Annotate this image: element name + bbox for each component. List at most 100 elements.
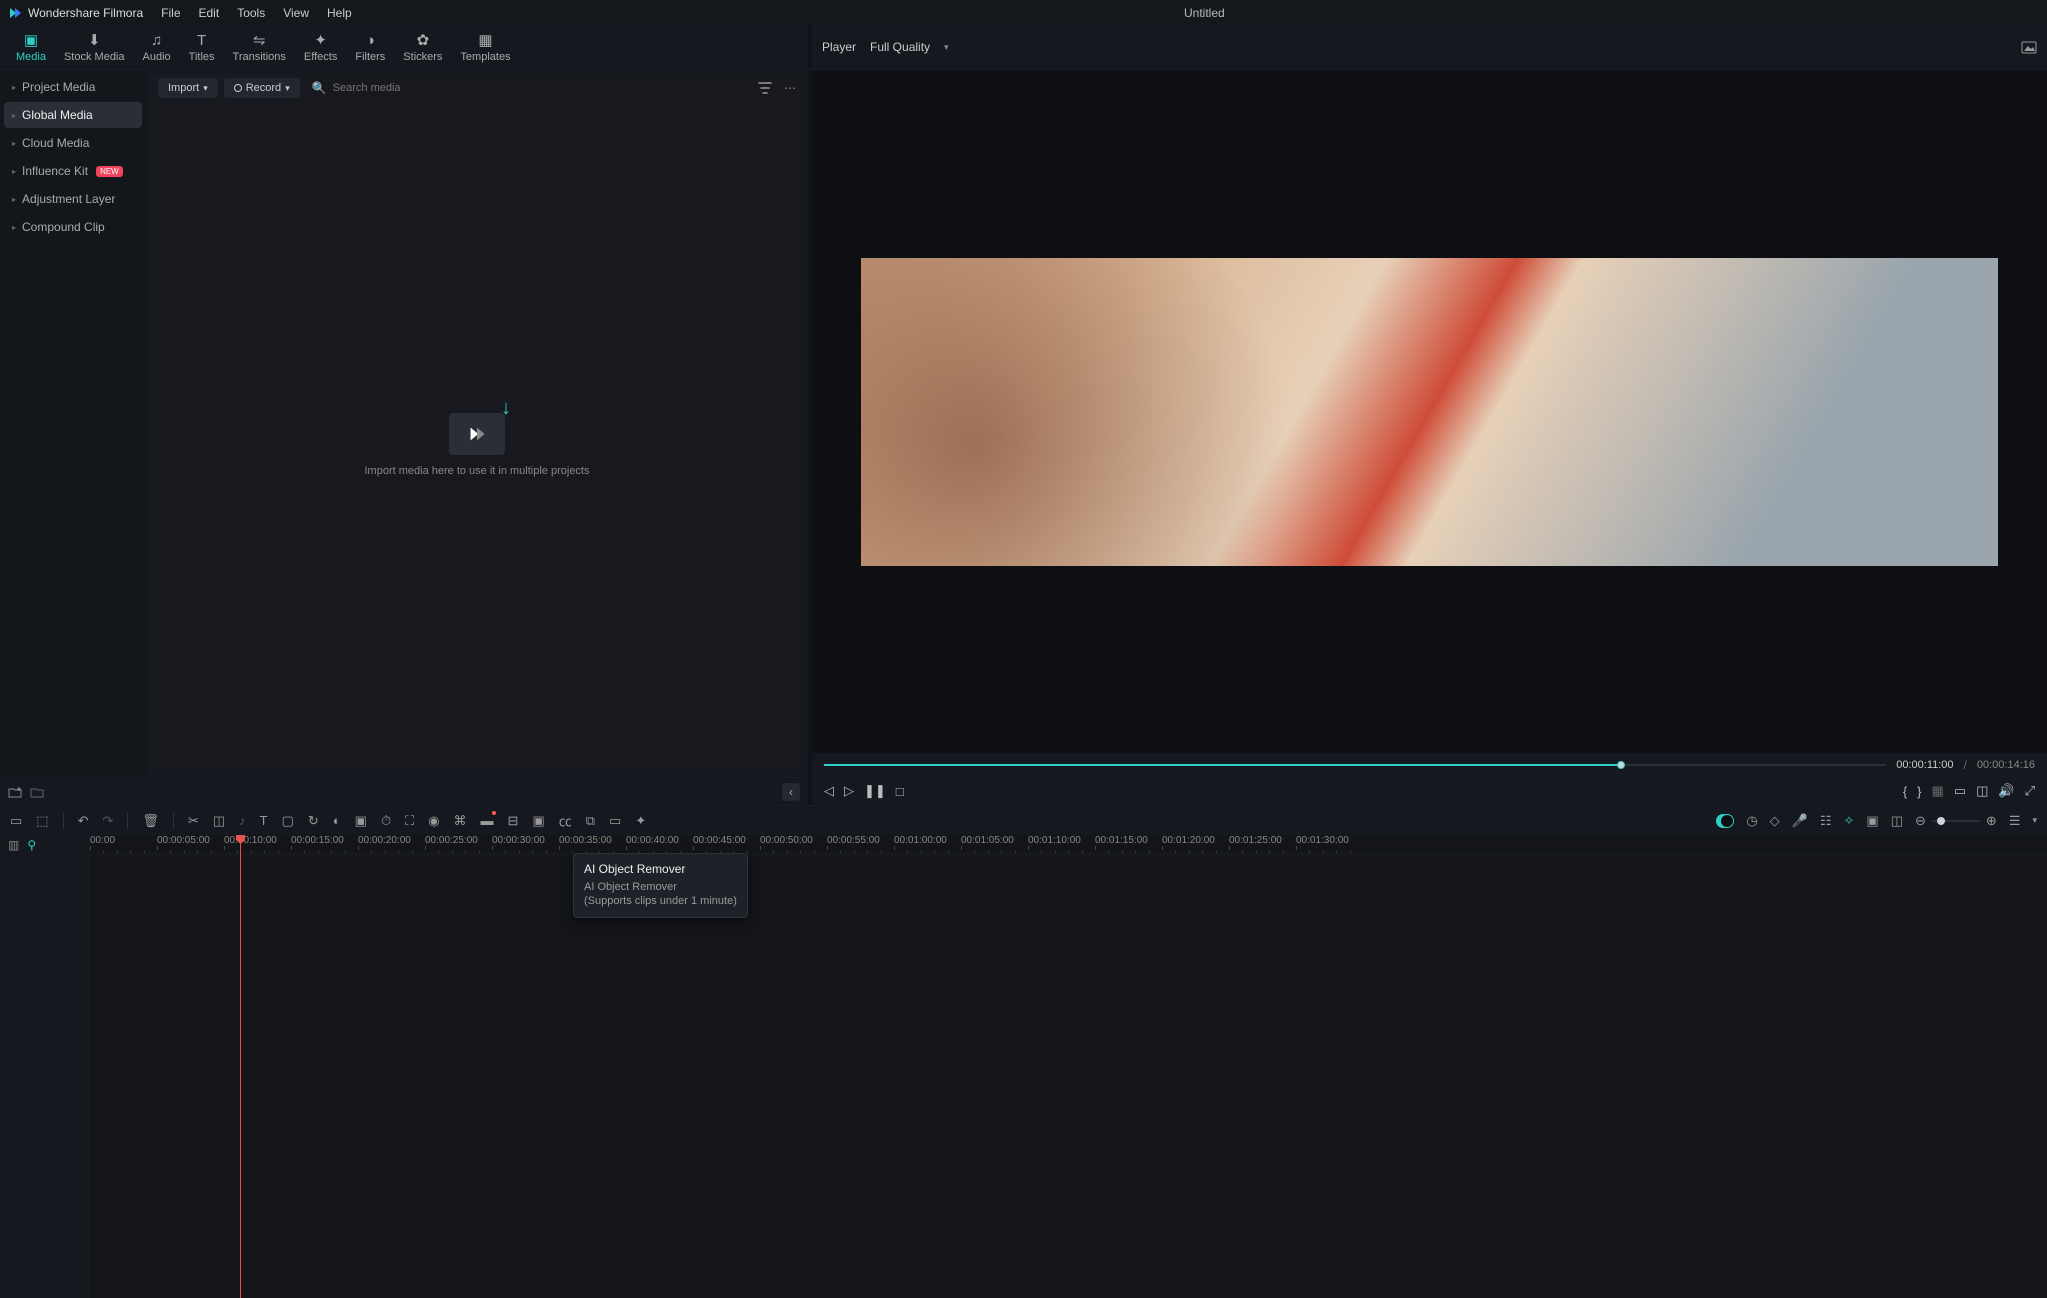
music-tool-icon[interactable]: ♪ bbox=[239, 813, 246, 828]
tab-transitions[interactable]: ⇋ Transitions bbox=[233, 31, 286, 63]
tab-label: Media bbox=[16, 51, 46, 63]
quality-dropdown[interactable]: Full Quality ▾ bbox=[870, 40, 949, 54]
group-tool-icon[interactable]: ▣ bbox=[532, 813, 544, 829]
expand-tool-icon[interactable]: ⛶ bbox=[405, 813, 414, 829]
tab-audio[interactable]: ♫ Audio bbox=[143, 31, 171, 63]
timeline-ruler[interactable]: 00:0000:00:05:0000:00:10:0000:00:15:0000… bbox=[90, 835, 2047, 855]
rotate-tool-icon[interactable]: ↻ bbox=[308, 813, 319, 829]
snapshot-icon[interactable]: ◫ bbox=[1976, 783, 1988, 799]
timer-tool-icon[interactable]: ⏱ bbox=[381, 813, 391, 829]
media-empty-state[interactable]: ↓ Import media here to use it in multipl… bbox=[150, 102, 804, 773]
download-icon: ⬇ bbox=[85, 31, 103, 49]
tab-titles[interactable]: T Titles bbox=[189, 31, 215, 63]
crop-button[interactable]: ◫ bbox=[213, 813, 225, 829]
volume-icon[interactable]: 🔊 bbox=[1998, 783, 2014, 799]
ruler-tick: 00:00:35:00 bbox=[559, 835, 612, 846]
scrub-head[interactable] bbox=[1617, 761, 1625, 769]
sidebar-item-influence-kit[interactable]: ▸Influence KitNEW bbox=[4, 158, 142, 184]
ai-effect-icon[interactable]: ✧ bbox=[1844, 813, 1855, 829]
sidebar-item-compound-clip[interactable]: ▸Compound Clip bbox=[4, 214, 142, 240]
new-folder-button[interactable] bbox=[8, 786, 22, 798]
aspect-tool-icon[interactable]: ▢ bbox=[282, 813, 294, 829]
redo-button[interactable]: ↷ bbox=[103, 813, 114, 829]
tab-media[interactable]: ▣ Media bbox=[16, 31, 46, 63]
undo-button[interactable]: ↶ bbox=[78, 813, 89, 829]
link-toggle-icon[interactable]: ⚲ bbox=[27, 838, 36, 852]
speed-tool-icon[interactable]: ◷ bbox=[1746, 813, 1757, 829]
record-button[interactable]: Record ▾ bbox=[224, 78, 300, 98]
ruler-tick: 00:00:15:00 bbox=[291, 835, 344, 846]
tab-stickers[interactable]: ✿ Stickers bbox=[403, 31, 442, 63]
render-tool-icon[interactable]: ▬ bbox=[481, 813, 494, 828]
delete-button[interactable]: 🗑 bbox=[142, 813, 159, 829]
sidebar-item-adjustment-layer[interactable]: ▸Adjustment Layer bbox=[4, 186, 142, 212]
ruler-tick: 00:00:45:00 bbox=[693, 835, 746, 846]
screen-tool-icon[interactable]: ▣ bbox=[355, 813, 367, 829]
mark-out-button[interactable]: } bbox=[1917, 784, 1921, 799]
timeline-bin-icon[interactable]: ▥ bbox=[8, 838, 19, 852]
menu-edit[interactable]: Edit bbox=[199, 6, 220, 20]
sidebar-item-cloud-media[interactable]: ▸Cloud Media bbox=[4, 130, 142, 156]
timeline[interactable]: ▥ ⚲ 00:0000:00:05:0000:00:10:0000:00:15:… bbox=[0, 835, 2047, 1298]
total-time: 00:00:14:16 bbox=[1977, 759, 2035, 771]
zoom-control[interactable]: ⊖ ⊕ bbox=[1915, 813, 1997, 829]
ai-toggle[interactable] bbox=[1716, 814, 1734, 828]
subtitle-tool-icon[interactable]: ㏄ bbox=[559, 811, 572, 830]
tab-effects[interactable]: ✦ Effects bbox=[304, 31, 337, 63]
eye-tool-icon[interactable]: ◉ bbox=[428, 813, 439, 829]
fullscreen-button[interactable]: ⤢ bbox=[2025, 783, 2035, 799]
zoom-out-icon[interactable]: ⊖ bbox=[1915, 813, 1926, 829]
folder-button[interactable] bbox=[30, 786, 44, 798]
lasso-tool-icon[interactable]: ⬚ bbox=[36, 813, 48, 829]
ai-object-remover-button[interactable]: ✦ bbox=[635, 813, 646, 829]
color-tool-icon[interactable]: ◐ bbox=[333, 813, 341, 828]
menu-view[interactable]: View bbox=[283, 6, 309, 20]
more-options-button[interactable]: ⋯ bbox=[784, 81, 796, 95]
tab-stock-media[interactable]: ⬇ Stock Media bbox=[64, 31, 125, 63]
select-tool-icon[interactable]: ▭ bbox=[10, 813, 22, 829]
menu-tools[interactable]: Tools bbox=[237, 6, 265, 20]
filter-list-button[interactable] bbox=[758, 82, 772, 94]
new-badge: NEW bbox=[96, 166, 123, 177]
split-button[interactable]: ✂ bbox=[188, 813, 199, 829]
timeline-canvas[interactable]: 00:0000:00:05:0000:00:10:0000:00:15:0000… bbox=[90, 835, 2047, 1298]
menu-help[interactable]: Help bbox=[327, 6, 352, 20]
playhead[interactable] bbox=[240, 835, 241, 1298]
ruler-tick: 00:01:20:00 bbox=[1162, 835, 1215, 846]
stop-button[interactable]: □ bbox=[896, 784, 904, 799]
copy-tool-icon[interactable]: ⧉ bbox=[586, 813, 595, 829]
import-button[interactable]: Import ▾ bbox=[158, 78, 218, 98]
display-button[interactable]: ▭ bbox=[1954, 783, 1966, 799]
collapse-sidebar-button[interactable]: ‹ bbox=[782, 783, 800, 801]
marker-tool-icon[interactable]: ◇ bbox=[1770, 813, 1780, 829]
trim-tool-icon[interactable]: ⊟ bbox=[508, 813, 519, 829]
view-dropdown-icon[interactable]: ▾ bbox=[2032, 815, 2037, 826]
zoom-in-icon[interactable]: ⊕ bbox=[1986, 813, 1997, 829]
sidebar-item-global-media[interactable]: ▸Global Media bbox=[4, 102, 142, 128]
view-mode-icon[interactable]: ☰ bbox=[2009, 813, 2021, 829]
snapshot-button[interactable] bbox=[2021, 40, 2037, 54]
pause-button[interactable]: ❚❚ bbox=[864, 783, 886, 799]
prev-frame-button[interactable]: ◁ bbox=[824, 783, 834, 799]
grid-button[interactable]: ▦ bbox=[1932, 783, 1944, 799]
text-tool-icon[interactable]: T bbox=[260, 813, 268, 828]
tab-templates[interactable]: ▦ Templates bbox=[460, 31, 510, 63]
preview-scrubber[interactable]: 00:00:11:00 / 00:00:14:16 bbox=[812, 753, 2047, 777]
tab-label: Titles bbox=[189, 51, 215, 63]
menu-file[interactable]: File bbox=[161, 6, 180, 20]
zoom-head[interactable] bbox=[1937, 817, 1945, 825]
sidebar-item-project-media[interactable]: ▸Project Media bbox=[4, 74, 142, 100]
picture-tool-icon[interactable]: ▣ bbox=[1866, 813, 1878, 829]
mic-tool-icon[interactable]: 🎤 bbox=[1792, 813, 1808, 829]
mark-in-button[interactable]: { bbox=[1903, 784, 1907, 799]
media-search[interactable]: 🔍 bbox=[306, 81, 746, 95]
mixer-tool-icon[interactable]: ☷ bbox=[1820, 813, 1832, 829]
play-button[interactable]: ▷ bbox=[844, 783, 854, 799]
preview-viewport[interactable] bbox=[812, 70, 2047, 753]
search-input[interactable] bbox=[333, 82, 740, 94]
tab-filters[interactable]: ◑ Filters bbox=[355, 31, 385, 63]
freeze-tool-icon[interactable]: ▭ bbox=[609, 813, 621, 829]
media-sidebar: ▸Project Media ▸Global Media ▸Cloud Medi… bbox=[0, 70, 146, 777]
keyframe-tool-icon[interactable]: ◫ bbox=[1891, 813, 1903, 829]
link-tool-icon[interactable]: ⌘ bbox=[454, 813, 467, 829]
